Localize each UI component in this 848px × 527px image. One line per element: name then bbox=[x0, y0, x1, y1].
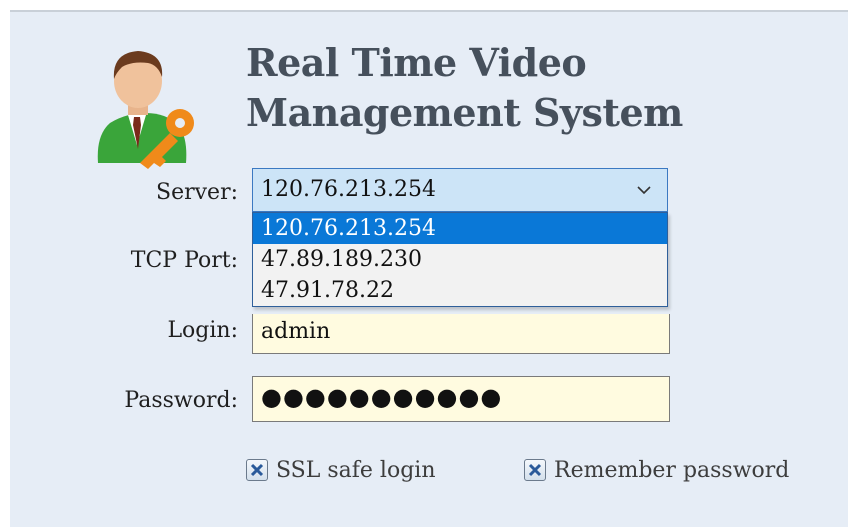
server-option[interactable]: 47.89.189.230 bbox=[253, 244, 667, 275]
server-label: Server: bbox=[156, 180, 238, 205]
login-window: Real Time Video Management System Server… bbox=[10, 10, 848, 527]
checkbox-checked-icon[interactable] bbox=[524, 459, 546, 481]
login-value: admin bbox=[261, 319, 331, 344]
password-field[interactable]: ●●●●●●●●●●● bbox=[252, 376, 670, 422]
login-field[interactable]: admin bbox=[252, 314, 670, 354]
password-value: ●●●●●●●●●●● bbox=[261, 383, 503, 411]
user-key-icon bbox=[97, 51, 194, 169]
server-combobox-value: 120.76.213.254 bbox=[261, 177, 436, 202]
ssl-checkbox[interactable]: SSL safe login bbox=[246, 454, 436, 486]
app-title-line2: Management System bbox=[246, 90, 683, 135]
login-label: Login: bbox=[167, 318, 238, 343]
remember-password-checkbox[interactable]: Remember password bbox=[524, 454, 789, 486]
password-label: Password: bbox=[124, 388, 238, 413]
chevron-down-icon[interactable] bbox=[635, 169, 653, 211]
checkbox-checked-icon[interactable] bbox=[246, 459, 268, 481]
tcp-port-label: TCP Port: bbox=[130, 248, 238, 273]
server-option[interactable]: 47.91.78.22 bbox=[253, 275, 667, 306]
remember-password-label: Remember password bbox=[554, 457, 790, 483]
app-title-line1: Real Time Video bbox=[246, 40, 587, 85]
ssl-label: SSL safe login bbox=[276, 457, 436, 483]
server-dropdown-list: 120.76.213.254 47.89.189.230 47.91.78.22 bbox=[252, 212, 668, 307]
server-option[interactable]: 120.76.213.254 bbox=[253, 213, 667, 244]
server-combobox[interactable]: 120.76.213.254 bbox=[252, 168, 668, 212]
app-title: Real Time Video Management System bbox=[246, 38, 683, 138]
